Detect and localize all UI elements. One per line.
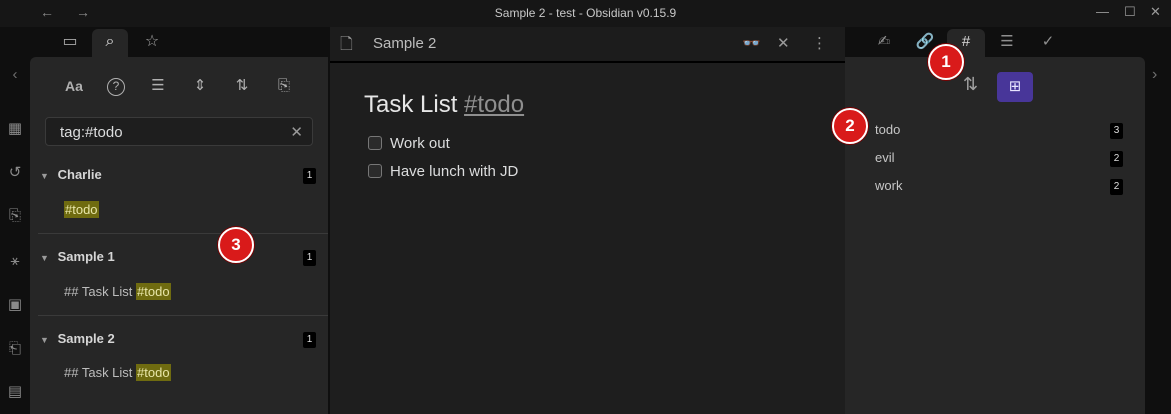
left-ribbon: ‹ ▦ ↺ ⎘ ⚹ ▣ ⎗ ▤ <box>0 27 30 414</box>
task-checkbox[interactable] <box>368 136 382 150</box>
search-input[interactable] <box>60 123 280 141</box>
history-icon[interactable]: ↺ <box>5 163 25 183</box>
table-icon[interactable]: ▦ <box>5 119 25 139</box>
caret-down-icon: ▼ <box>40 253 49 263</box>
heading-tag-link[interactable]: #todo <box>464 91 524 118</box>
left-sidebar-tabs: ▭ ⌕ ☆ <box>30 27 328 57</box>
window-title: Sample 2 - test - Obsidian v0.15.9 <box>494 6 677 20</box>
tag-name: work <box>875 178 903 193</box>
tasks-icon[interactable]: ✓ <box>1029 29 1067 57</box>
tag-count-badge: 2 <box>1110 151 1123 167</box>
star-icon[interactable]: ☆ <box>134 29 170 57</box>
close-window-icon[interactable]: ✕ <box>1150 4 1161 20</box>
collapse-results-icon[interactable]: ⇕ <box>188 74 212 98</box>
match-highlight: #todo <box>64 201 99 218</box>
result-file-name: Sample 1 <box>57 249 115 264</box>
result-count-badge: 1 <box>303 250 316 266</box>
tag-row[interactable]: work 2 <box>875 178 1125 198</box>
search-panel: Aa ? ☰ ⇕ ⇅ ⎘ ✕ ▼ Charlie 1 #todo ▼ Sampl… <box>30 57 328 414</box>
maximize-icon[interactable]: ☐ <box>1124 4 1136 20</box>
reading-view-icon[interactable]: 👓 <box>742 34 761 52</box>
tag-row[interactable]: todo 3 <box>875 122 1125 142</box>
sort-icon[interactable]: ⇅ <box>230 74 254 98</box>
outline-icon[interactable]: ☰ <box>988 29 1026 57</box>
document-icon: 🗋 <box>340 36 353 53</box>
match-text: ## Task List <box>64 284 137 299</box>
minimize-icon[interactable]: — <box>1096 4 1109 19</box>
import-icon[interactable]: ⎘ <box>5 206 25 226</box>
tag-name: evil <box>875 150 895 165</box>
graph-icon[interactable]: ⚹ <box>5 251 25 271</box>
callout-marker: 3 <box>218 227 254 263</box>
caret-down-icon: ▼ <box>40 171 49 181</box>
editor-content[interactable]: Task List #todo Work out Have lunch with… <box>330 63 845 414</box>
collapse-sidebar-icon[interactable]: ‹ <box>5 65 25 85</box>
right-sidebar-tabs: ✍ 🔗 # ☰ ✓ <box>845 27 1145 57</box>
match-highlight: #todo <box>136 364 171 381</box>
caret-down-icon: ▼ <box>40 335 49 345</box>
title-bar: ← → Sample 2 - test - Obsidian v0.15.9 —… <box>0 0 1171 27</box>
calendar-icon[interactable]: ▣ <box>5 295 25 315</box>
explain-search-button[interactable]: ? <box>104 74 128 98</box>
result-count-badge: 1 <box>303 332 316 348</box>
tag-count-badge: 2 <box>1110 179 1123 195</box>
task-item: Have lunch with JD <box>368 163 518 180</box>
result-group-header[interactable]: ▼ Sample 1 <box>40 249 115 269</box>
tag-count-badge: 3 <box>1110 123 1123 139</box>
heading-text: Task List <box>364 91 465 118</box>
slides-icon[interactable]: ▤ <box>5 382 25 402</box>
sort-icon[interactable]: ⇅ <box>963 74 978 95</box>
task-text: Have lunch with JD <box>390 163 519 180</box>
result-group-header[interactable]: ▼ Sample 2 <box>40 331 115 351</box>
folder-icon[interactable]: ▭ <box>52 29 88 57</box>
list-icon[interactable]: ☰ <box>146 74 170 98</box>
result-count-badge: 1 <box>303 168 316 184</box>
more-options-icon[interactable]: ⋮ <box>812 34 827 52</box>
match-text: ## Task List <box>64 365 137 380</box>
close-tab-icon[interactable]: ✕ <box>777 34 790 52</box>
tag-name: todo <box>875 122 901 137</box>
result-match[interactable]: #todo <box>64 201 99 218</box>
callout-marker: 1 <box>928 44 964 80</box>
copy-results-icon[interactable]: ⎘ <box>272 74 296 98</box>
template-icon[interactable]: ⎗ <box>5 339 25 359</box>
result-group-header[interactable]: ▼ Charlie <box>40 167 102 187</box>
callout-marker: 2 <box>832 108 868 144</box>
result-match[interactable]: ## Task List #todo <box>64 283 171 300</box>
help-icon: ? <box>107 78 125 96</box>
tag-row[interactable]: evil 2 <box>875 150 1125 170</box>
clear-search-icon[interactable]: ✕ <box>290 123 303 141</box>
match-highlight: #todo <box>136 283 171 300</box>
note-heading: Task List #todo <box>364 91 524 119</box>
task-item: Work out <box>368 135 450 152</box>
result-file-name: Sample 2 <box>57 331 115 346</box>
editor-tab-header: 🗋 Sample 2 👓 ✕ ⋮ <box>330 27 845 61</box>
result-file-name: Charlie <box>57 167 102 182</box>
task-text: Work out <box>390 135 450 152</box>
match-case-button[interactable]: Aa <box>62 74 86 98</box>
tree-view-toggle[interactable]: ⊞ <box>997 72 1033 102</box>
search-field: ✕ <box>45 117 313 146</box>
divider <box>38 233 328 234</box>
task-checkbox[interactable] <box>368 164 382 178</box>
tag-pane: ⇅ ⊞ todo 3 evil 2 work 2 <box>845 57 1145 414</box>
collapse-right-sidebar-icon[interactable]: › <box>1152 66 1157 84</box>
backlinks-icon[interactable]: ✍ <box>865 29 903 57</box>
search-icon[interactable]: ⌕ <box>92 29 128 57</box>
divider <box>38 315 328 316</box>
result-match[interactable]: ## Task List #todo <box>64 364 171 381</box>
editor-tab-title[interactable]: Sample 2 <box>373 35 436 52</box>
